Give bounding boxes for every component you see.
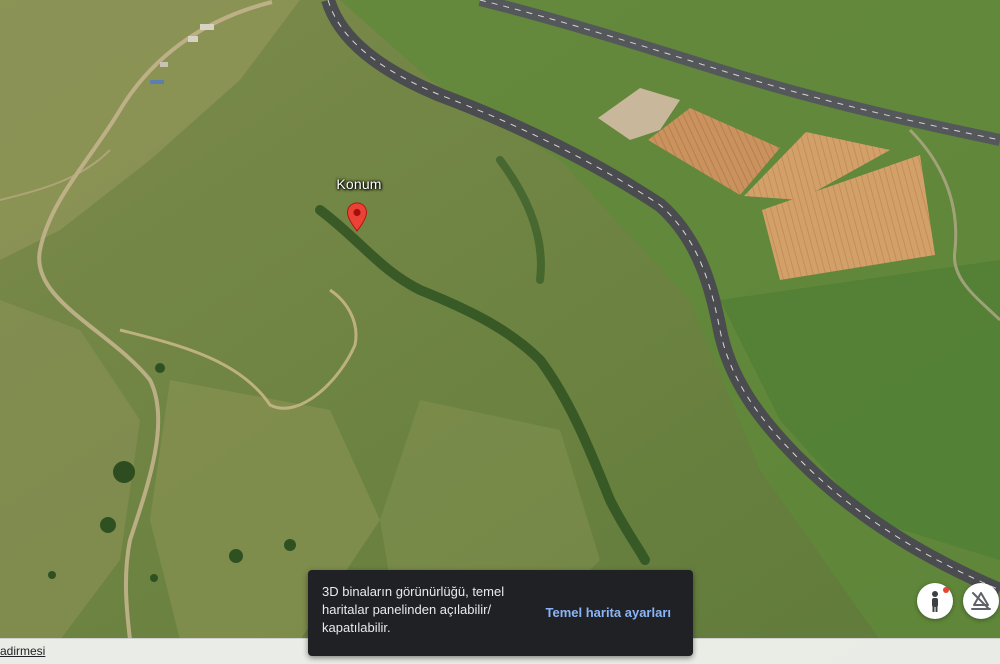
tilt-3d-icon xyxy=(971,592,991,610)
tree xyxy=(155,363,165,373)
building xyxy=(160,62,168,67)
marker-label: Konum xyxy=(336,176,382,192)
building xyxy=(150,80,164,84)
notification-dot xyxy=(943,587,949,593)
tree xyxy=(100,517,116,533)
tree xyxy=(150,574,158,582)
building xyxy=(188,36,198,42)
footer-link[interactable]: adirmesi xyxy=(0,644,45,658)
satellite-map[interactable] xyxy=(0,0,1000,664)
pegman-button[interactable] xyxy=(917,583,953,619)
basemap-settings-link[interactable]: Temel harita ayarları xyxy=(546,605,672,620)
tree xyxy=(229,549,243,563)
location-marker[interactable]: Konum xyxy=(334,176,384,236)
tree xyxy=(113,461,135,483)
building xyxy=(200,24,214,30)
toast-message: 3D binaların görünürlüğü, temel haritala… xyxy=(322,584,505,635)
map-pin-icon[interactable] xyxy=(346,202,368,232)
tilt-3d-button[interactable] xyxy=(963,583,999,619)
map-viewport[interactable]: Konum adirmesi 3D binaların görünürlüğü,… xyxy=(0,0,1000,664)
tree xyxy=(48,571,56,579)
tree xyxy=(284,539,296,551)
info-toast: 3D binaların görünürlüğü, temel haritala… xyxy=(308,570,693,656)
